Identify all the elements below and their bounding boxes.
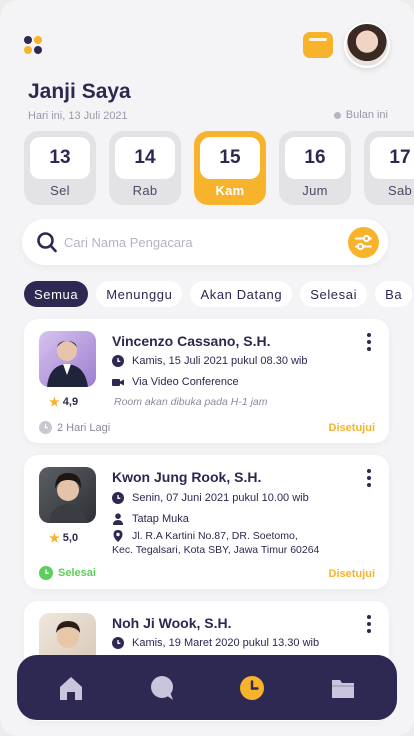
search-input[interactable] [64, 231, 334, 253]
clock-icon [112, 492, 124, 504]
appointment-card[interactable]: ★ 5,0 Kwon Jung Rook, S.H. Senin, 07 Jun… [24, 455, 389, 589]
status-badge: Disetujui [328, 422, 375, 434]
tab-semua[interactable]: Semua [24, 281, 89, 307]
schedule-row: Kamis, 19 Maret 2020 pukul 13.30 wib [112, 636, 319, 650]
day-selector: 13 Sel 14 Rab 15 Kam 16 Jum 17 Sab [24, 131, 414, 205]
lawyer-name: Kwon Jung Rook, S.H. [112, 469, 262, 485]
check-clock-icon [39, 566, 53, 580]
dot-icon [333, 111, 341, 119]
day-name: Kam [215, 183, 245, 198]
appointment-card[interactable]: ★ 4,9 Vincenzo Cassano, S.H. Kamis, 15 J… [24, 319, 389, 443]
month-filter-label: Bulan ini [345, 109, 388, 121]
more-options-icon[interactable] [363, 469, 375, 487]
day-name: Sab [387, 183, 413, 198]
lawyer-photo [39, 467, 96, 523]
page-title: Janji Saya [28, 80, 131, 103]
day-number: 16 [285, 137, 345, 179]
clock-icon [112, 355, 124, 367]
lawyer-name: Vincenzo Cassano, S.H. [112, 333, 271, 349]
completed-status: Selesai [39, 566, 96, 580]
day-number: 15 [200, 137, 260, 179]
schedule-row: Kamis, 15 Juli 2021 pukul 08.30 wib [112, 354, 308, 368]
mode-row: Tatap Muka [112, 512, 189, 526]
rating-value: 5,0 [62, 532, 79, 544]
search-bar [22, 219, 388, 265]
app-screen: Janji Saya Hari ini, 13 Juli 2021 Bulan … [0, 0, 414, 736]
wallet-icon[interactable] [303, 32, 333, 58]
avatar[interactable] [344, 22, 390, 68]
address-line: Jl. R.A Kartini No.87, DR. Soetomo, [132, 530, 298, 542]
menu-icon[interactable] [24, 36, 46, 58]
time-remaining: 2 Hari Lagi [39, 421, 110, 434]
room-note: Room akan dibuka pada H-1 jam [114, 396, 268, 408]
rating-value: 4,9 [62, 396, 79, 408]
schedule-text: Kamis, 15 Juli 2021 pukul 08.30 wib [132, 355, 308, 367]
day-item[interactable]: 13 Sel [24, 131, 96, 205]
completed-text: Selesai [58, 567, 96, 579]
schedule-text: Senin, 07 Juni 2021 pukul 10.00 wib [132, 492, 309, 504]
day-item-selected[interactable]: 15 Kam [194, 131, 266, 205]
star-icon: ★ [49, 395, 60, 409]
mode-text: Via Video Conference [132, 376, 239, 388]
clock-icon [39, 421, 52, 434]
folder-icon[interactable] [330, 675, 356, 701]
month-filter[interactable]: Bulan ini [333, 109, 388, 121]
address-text: Jl. R.A Kartini No.87, DR. Soetomo, Kec.… [112, 529, 319, 557]
schedule-text: Kamis, 19 Maret 2020 pukul 13.30 wib [132, 637, 320, 649]
filter-button[interactable] [348, 227, 379, 258]
day-name: Jum [302, 183, 328, 198]
tab-selesai[interactable]: Selesai [300, 281, 368, 307]
day-item[interactable]: 14 Rab [109, 131, 181, 205]
clock-icon [112, 637, 124, 649]
rating: ★ 5,0 [49, 531, 78, 545]
day-name: Rab [132, 183, 158, 198]
day-item[interactable]: 16 Jum [279, 131, 351, 205]
mode-row: Via Video Conference [112, 375, 239, 389]
location-pin-icon [113, 530, 123, 542]
lawyer-photo [39, 331, 96, 387]
day-name: Sel [50, 183, 70, 198]
day-item[interactable]: 17 Sab [364, 131, 414, 205]
day-number: 13 [30, 137, 90, 179]
search-icon [37, 232, 57, 253]
chat-icon[interactable] [149, 675, 175, 701]
tab-akan-datang[interactable]: Akan Datang [190, 281, 293, 307]
tab-more[interactable]: Ba [375, 281, 413, 307]
tab-menunggu[interactable]: Menunggu [96, 281, 183, 307]
video-icon [112, 379, 124, 386]
address-line: Kec. Tegalsari, Kota SBY, Jawa Timur 602… [112, 544, 320, 556]
lawyer-name: Noh Ji Wook, S.H. [112, 615, 232, 631]
today-date: Hari ini, 13 Juli 2021 [28, 110, 128, 122]
day-number: 17 [370, 137, 414, 179]
home-icon[interactable] [58, 675, 84, 701]
status-tabs: Semua Menunggu Akan Datang Selesai Ba [24, 281, 413, 307]
clock-icon[interactable] [239, 675, 265, 701]
star-icon: ★ [49, 531, 60, 545]
mode-text: Tatap Muka [132, 513, 189, 525]
sliders-icon [355, 234, 372, 251]
rating: ★ 4,9 [49, 395, 78, 409]
day-number: 14 [115, 137, 175, 179]
person-icon [113, 513, 123, 525]
status-badge: Disetujui [328, 568, 375, 580]
schedule-row: Senin, 07 Juni 2021 pukul 10.00 wib [112, 491, 309, 505]
address-row: Jl. R.A Kartini No.87, DR. Soetomo, Kec.… [112, 529, 319, 557]
time-remaining-text: 2 Hari Lagi [57, 421, 111, 434]
more-options-icon[interactable] [363, 333, 375, 351]
bottom-nav [17, 655, 397, 720]
more-options-icon[interactable] [363, 615, 375, 633]
